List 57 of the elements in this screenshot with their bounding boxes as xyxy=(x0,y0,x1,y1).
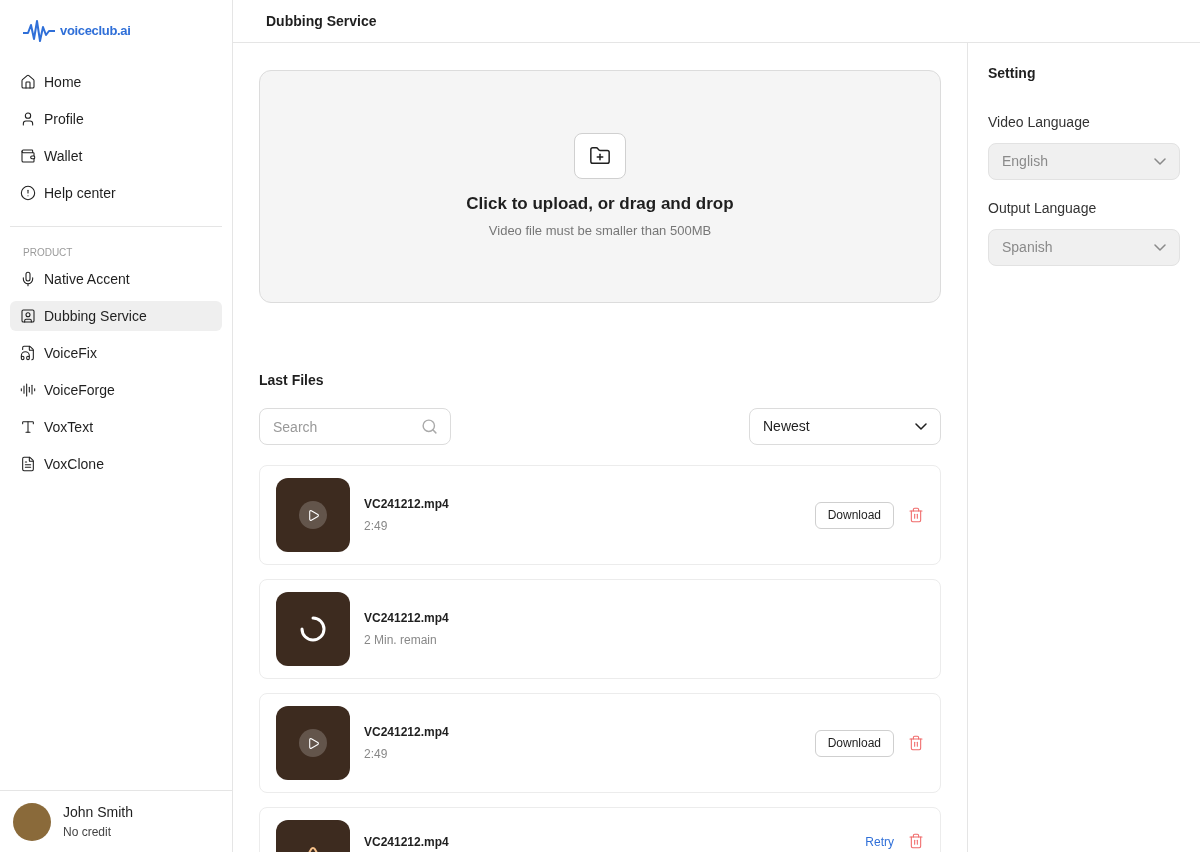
settings-title: Setting xyxy=(988,64,1037,83)
alert-circle-icon xyxy=(20,185,36,201)
audio-file-icon xyxy=(20,345,36,361)
nav-item[interactable]: Dubbing Service xyxy=(10,301,222,331)
audio-wave-icon xyxy=(20,382,36,398)
add-folder-icon xyxy=(574,133,626,179)
file-name: VC241212.mp4 xyxy=(364,610,450,627)
user-name: John Smith xyxy=(63,803,134,822)
play-icon[interactable] xyxy=(299,729,327,757)
nav-item[interactable]: VoiceFix xyxy=(10,338,222,368)
trash-icon[interactable] xyxy=(908,735,924,751)
trash-icon[interactable] xyxy=(908,507,924,523)
trash-icon[interactable] xyxy=(908,833,924,849)
sound-wave-logo-icon xyxy=(22,19,56,43)
field-label: Output Language xyxy=(988,199,1098,218)
file-detail: 2:49 xyxy=(364,518,389,535)
nav-item[interactable]: Native Accent xyxy=(10,264,222,294)
text-icon xyxy=(20,419,36,435)
chevron-down-icon xyxy=(915,423,927,430)
nav-item[interactable]: VoxText xyxy=(10,412,222,442)
credit-status: No credit xyxy=(63,824,113,841)
document-icon xyxy=(20,456,36,472)
section-heading: PRODUCT xyxy=(22,246,74,260)
avatar xyxy=(13,802,51,841)
file-detail: 2 Min. remain xyxy=(364,632,438,649)
section-title: Last Files xyxy=(259,371,325,390)
download-button[interactable]: Download xyxy=(814,729,894,757)
person-icon xyxy=(20,111,36,127)
upload-dropzone[interactable]: Click to upload, or drag and drop Video file must be smaller than 500MB xyxy=(259,70,941,303)
spinner-icon xyxy=(299,615,327,643)
sort-dropdown[interactable]: Newest xyxy=(749,408,941,445)
file-detail: 2:49 xyxy=(364,746,389,763)
chevron-down-icon xyxy=(1154,158,1166,165)
file-name: VC241212.mp4 xyxy=(364,724,450,741)
nav-item[interactable]: VoiceForge xyxy=(10,375,222,405)
search-field[interactable]: Search xyxy=(259,408,451,445)
upload-title: Click to upload, or drag and drop xyxy=(466,193,734,215)
nav-item[interactable]: Profile xyxy=(10,104,222,134)
file-name: VC241212.mp4 xyxy=(364,496,450,513)
play-icon[interactable] xyxy=(299,501,327,529)
nav-item[interactable]: Help center xyxy=(10,178,222,208)
search-icon xyxy=(421,418,438,435)
nav-item[interactable]: Home xyxy=(10,67,222,97)
download-button[interactable]: Download xyxy=(814,501,894,529)
nav-item[interactable]: Wallet xyxy=(10,141,222,171)
wallet-icon xyxy=(20,148,36,164)
nav-item[interactable]: VoxClone xyxy=(10,449,222,479)
house-icon xyxy=(20,74,36,90)
page-title: Dubbing Service xyxy=(266,11,377,31)
retry-link[interactable]: Retry xyxy=(865,833,894,851)
file-name: VC241212.mp4 xyxy=(364,834,450,851)
person-square-icon xyxy=(20,308,36,324)
microphone-icon xyxy=(20,271,36,287)
upload-hint: Video file must be smaller than 500MB xyxy=(488,221,712,240)
logo-text: voiceclub.ai xyxy=(60,22,131,41)
field-label: Video Language xyxy=(988,113,1091,132)
chevron-down-icon xyxy=(1154,244,1166,251)
